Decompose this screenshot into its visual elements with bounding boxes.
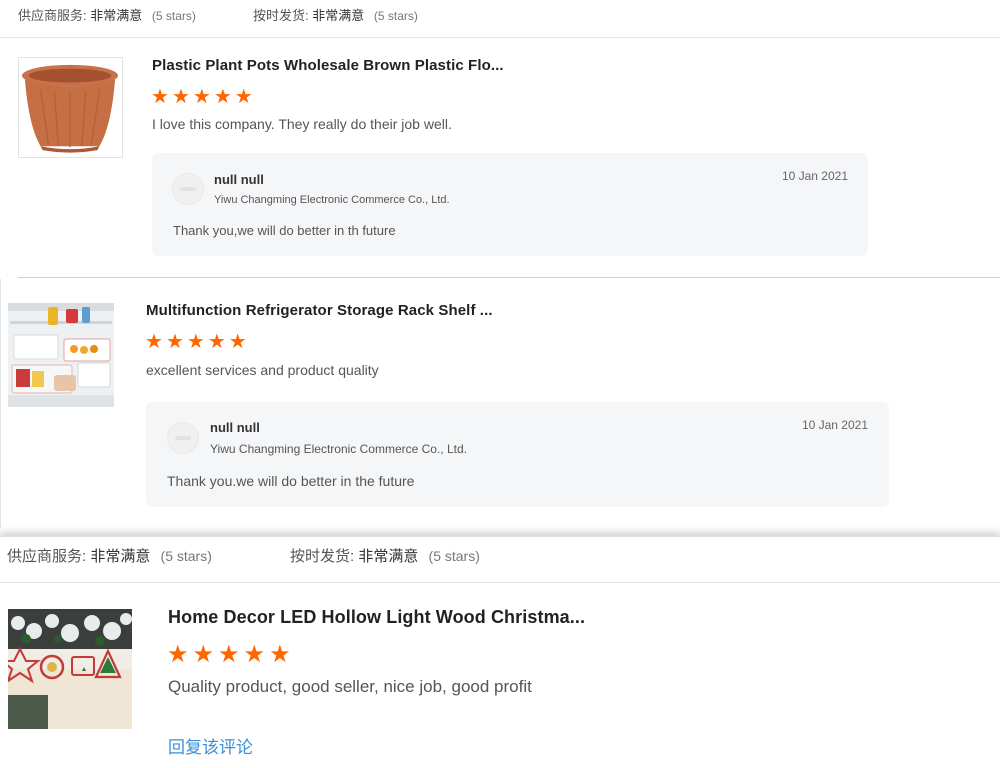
reply-company: Yiwu Changming Electronic Commerce Co., … — [214, 194, 450, 206]
shipping-label: 按时发货: — [290, 548, 355, 565]
product-thumbnail[interactable] — [8, 609, 132, 729]
star-icon: ★ — [186, 331, 205, 353]
reply-date: 10 Jan 2021 — [801, 418, 868, 432]
rating-stars: ★ ★ ★ ★ ★ — [145, 332, 247, 352]
review-item-1: Plastic Plant Pots Wholesale Brown Plast… — [0, 38, 1000, 278]
divider — [18, 277, 1000, 278]
star-icon: ★ — [167, 641, 189, 668]
star-icon: ★ — [234, 86, 253, 108]
bottom-shipping-rating: 按时发货: 非常满意 (5 stars) — [290, 545, 480, 566]
product-title[interactable]: Plastic Plant Pots Wholesale Brown Plast… — [152, 57, 504, 74]
product-thumbnail[interactable] — [8, 303, 114, 407]
bottom-service-rating: 供应商服务: 非常满意 (5 stars) — [7, 545, 212, 566]
shipping-count: (5 stars) — [428, 548, 480, 564]
product-title[interactable]: Multifunction Refrigerator Storage Rack … — [146, 302, 493, 319]
service-value: 非常满意 — [90, 8, 143, 23]
service-label: 供应商服务: — [18, 8, 87, 23]
star-icon: ★ — [192, 641, 215, 668]
star-icon: ★ — [243, 641, 266, 668]
service-count: (5 stars) — [151, 9, 196, 23]
star-icon: ★ — [151, 86, 169, 108]
review-comment: I love this company. They really do thei… — [152, 116, 452, 132]
star-icon: ★ — [218, 641, 240, 668]
star-icon: ★ — [192, 86, 211, 108]
service-label: 供应商服务: — [7, 548, 87, 565]
seller-reply: null null Yiwu Changming Electronic Comm… — [152, 153, 868, 256]
shipping-count: (5 stars) — [373, 9, 418, 23]
star-icon: ★ — [228, 331, 247, 353]
bottom-section: 供应商服务: 非常满意 (5 stars) 按时发货: 非常满意 (5 star… — [0, 536, 1000, 768]
shipping-label: 按时发货: — [253, 8, 309, 23]
shipping-value: 非常满意 — [312, 8, 365, 23]
reply-company: Yiwu Changming Electronic Commerce Co., … — [210, 442, 467, 456]
reply-to-review-link[interactable]: 回复该评论 — [168, 733, 253, 758]
service-value: 非常满意 — [90, 548, 151, 565]
star-icon: ★ — [171, 86, 190, 108]
shipping-value: 非常满意 — [358, 548, 419, 565]
seller-reply: null null Yiwu Changming Electronic Comm… — [146, 402, 889, 507]
top-service-rating: 供应商服务: 非常满意 (5 stars) — [18, 5, 196, 24]
divider — [0, 582, 1000, 583]
reply-text: Thank you,we will do better in th future — [173, 223, 396, 238]
product-thumbnail[interactable] — [18, 57, 123, 158]
reply-author: null null — [214, 172, 264, 187]
refrigerator-shelf-image — [8, 303, 114, 407]
review-comment: Quality product, good seller, nice job, … — [168, 677, 532, 696]
star-icon: ★ — [269, 641, 291, 668]
star-icon: ★ — [213, 86, 232, 108]
reply-text: Thank you.we will do better in the futur… — [167, 473, 415, 489]
avatar-icon — [172, 173, 204, 205]
reply-date: 10 Jan 2021 — [781, 169, 848, 183]
avatar-icon — [167, 422, 199, 454]
star-icon: ★ — [145, 331, 163, 353]
reply-author: null null — [210, 420, 260, 435]
top-shipping-rating: 按时发货: 非常满意 (5 stars) — [253, 5, 418, 24]
review-item-2: Multifunction Refrigerator Storage Rack … — [0, 279, 1000, 529]
rating-stars: ★ ★ ★ ★ ★ — [167, 643, 291, 667]
rating-stars: ★ ★ ★ ★ ★ — [151, 87, 253, 107]
service-count: (5 stars) — [160, 548, 212, 564]
christmas-decor-image — [8, 609, 132, 729]
plant-pot-image — [19, 58, 122, 157]
star-icon: ★ — [207, 331, 226, 353]
product-title[interactable]: Home Decor LED Hollow Light Wood Christm… — [168, 607, 585, 628]
review-comment: excellent services and product quality — [146, 362, 379, 378]
star-icon: ★ — [165, 331, 184, 353]
